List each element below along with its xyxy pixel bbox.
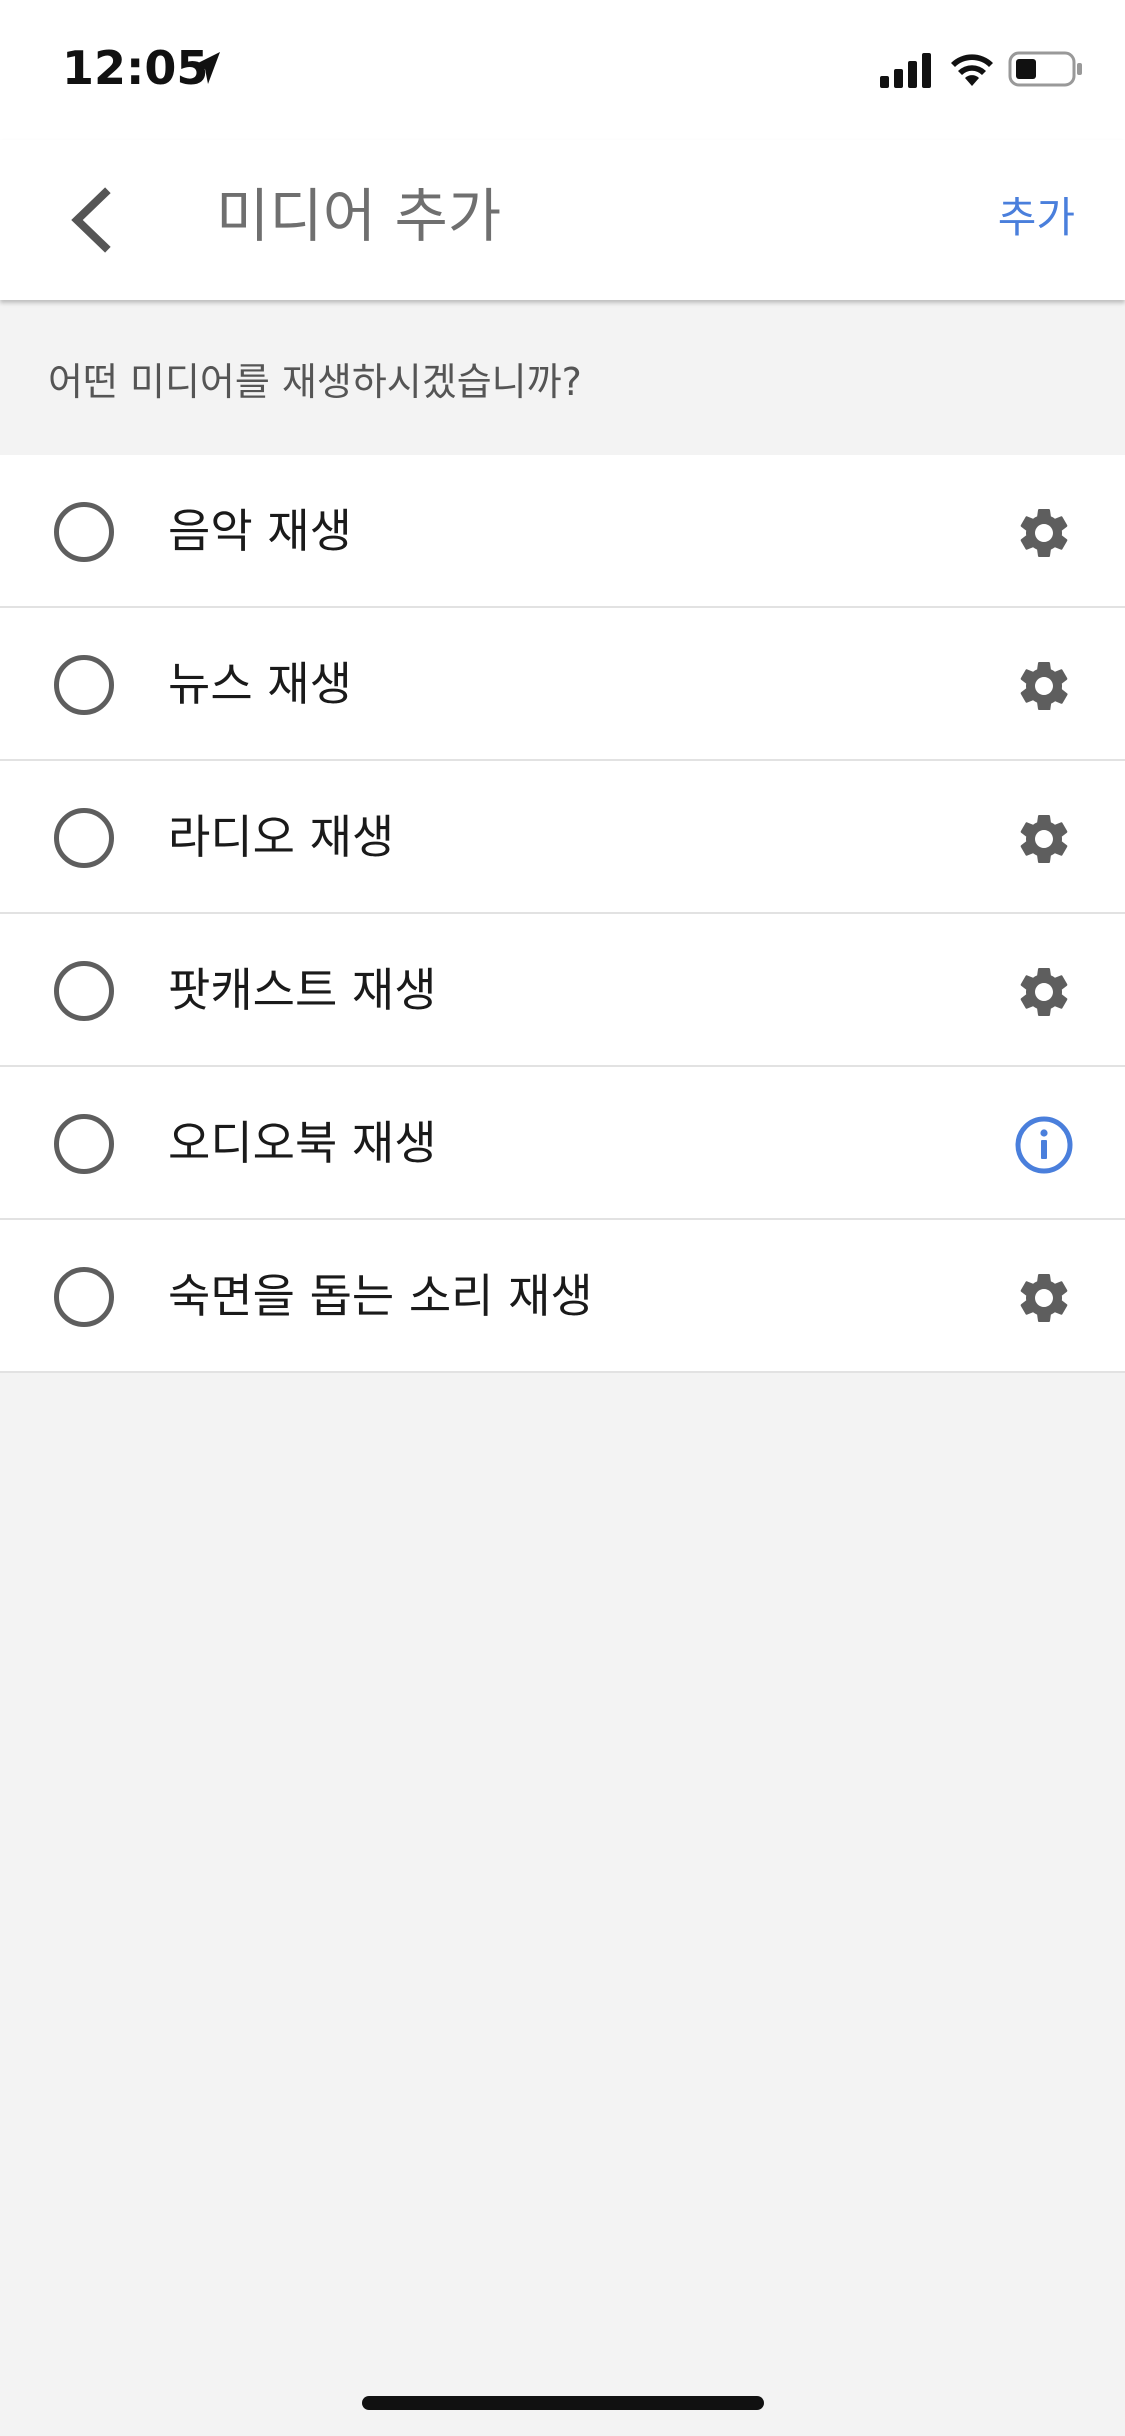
back-button[interactable]	[50, 170, 130, 270]
list-item-label: 오디오북 재생	[168, 1116, 437, 1170]
status-time: 12:05	[62, 41, 209, 95]
radio-button[interactable]	[54, 808, 114, 868]
list-item-label: 뉴스 재생	[168, 657, 352, 711]
gear-icon[interactable]	[1014, 809, 1074, 869]
screen: 12:05 미디어 추가 추가 어떤 미디어를 재생하시겠습니까? 음악 재생 …	[0, 0, 1125, 2436]
question-text: 어떤 미디어를 재생하시겠습니까?	[48, 360, 582, 404]
app-header: 미디어 추가 추가	[0, 140, 1125, 300]
list-item-news[interactable]: 뉴스 재생	[0, 608, 1125, 761]
location-arrow-icon	[192, 52, 220, 84]
home-indicator[interactable]	[362, 2396, 764, 2410]
add-button[interactable]: 추가	[998, 188, 1075, 248]
list-item-label: 팟캐스트 재생	[168, 963, 437, 1017]
battery-icon	[1008, 51, 1082, 87]
gear-icon[interactable]	[1014, 962, 1074, 1022]
chevron-left-icon	[71, 187, 111, 253]
list-item-label: 라디오 재생	[168, 810, 395, 864]
radio-button[interactable]	[54, 655, 114, 715]
list-item-sleep-sounds[interactable]: 숙면을 돕는 소리 재생	[0, 1220, 1125, 1373]
cellular-signal-icon	[880, 53, 931, 88]
info-icon[interactable]	[1014, 1115, 1074, 1175]
radio-button[interactable]	[54, 1114, 114, 1174]
gear-icon[interactable]	[1014, 1268, 1074, 1328]
list-item-podcast[interactable]: 팟캐스트 재생	[0, 914, 1125, 1067]
gear-icon[interactable]	[1014, 503, 1074, 563]
list-item-label: 숙면을 돕는 소리 재생	[168, 1269, 593, 1323]
radio-button[interactable]	[54, 1267, 114, 1327]
list-item-label: 음악 재생	[168, 504, 352, 558]
list-item-audiobook[interactable]: 오디오북 재생	[0, 1067, 1125, 1220]
media-list: 음악 재생 뉴스 재생 라디오 재생 팟캐스트 재생 오디오북 재생 숙면을 돕…	[0, 455, 1125, 1373]
gear-icon[interactable]	[1014, 656, 1074, 716]
page-title: 미디어 추가	[216, 182, 502, 250]
list-item-music[interactable]: 음악 재생	[0, 455, 1125, 608]
wifi-icon	[951, 54, 993, 86]
status-bar: 12:05	[0, 0, 1125, 140]
list-item-radio[interactable]: 라디오 재생	[0, 761, 1125, 914]
radio-button[interactable]	[54, 502, 114, 562]
radio-button[interactable]	[54, 961, 114, 1021]
